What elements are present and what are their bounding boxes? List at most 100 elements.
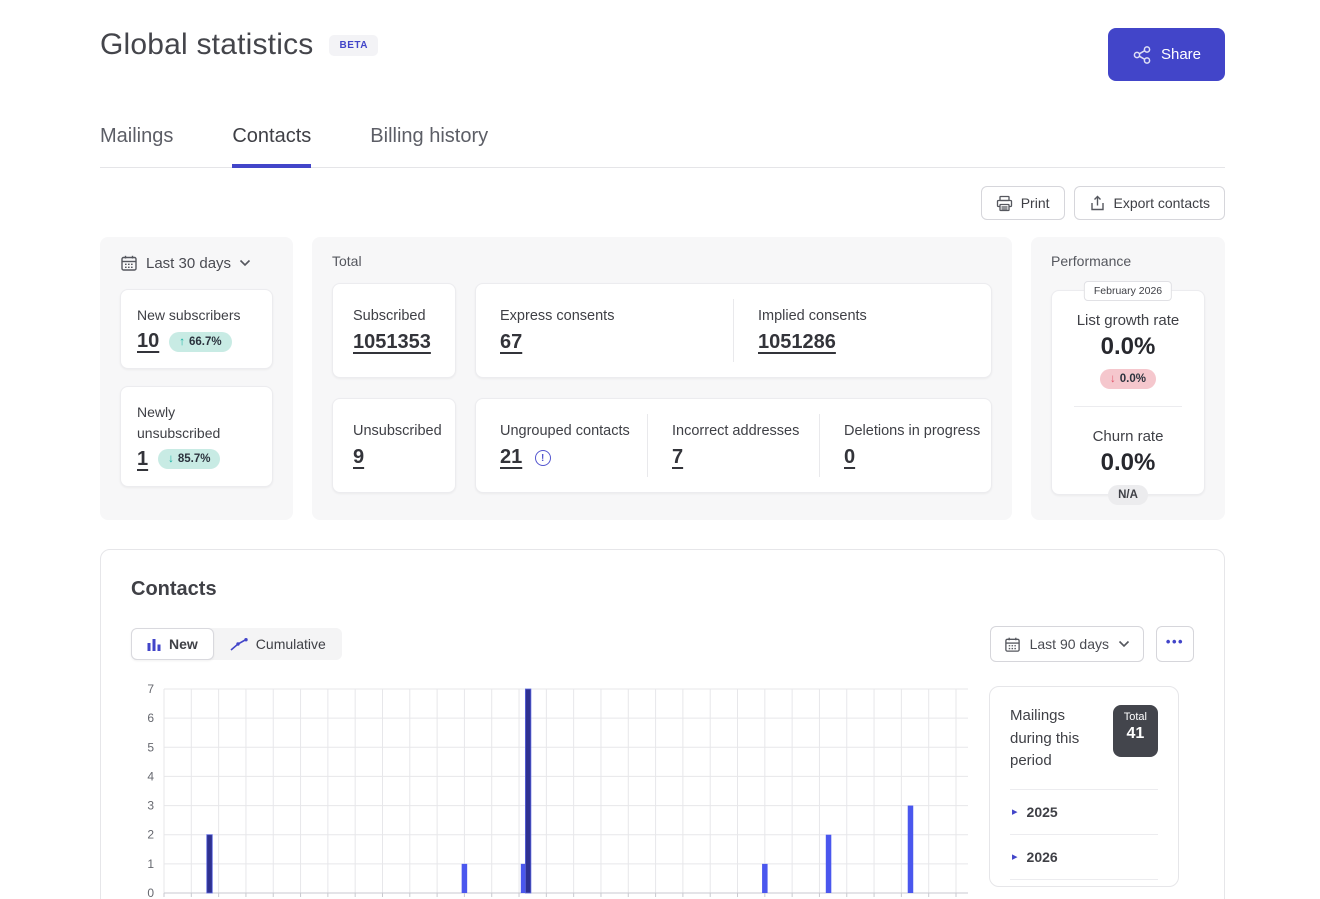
new-subscribers-delta: 66.7%: [189, 336, 222, 348]
beta-badge: BETA: [329, 35, 377, 56]
arrow-down-icon: ↓: [1110, 373, 1116, 385]
year-row-2025[interactable]: ▸ 2025: [1010, 790, 1158, 835]
mailings-total-value: 41: [1124, 725, 1147, 743]
implied-consents-value[interactable]: 1051286: [758, 331, 836, 353]
export-icon: [1089, 195, 1106, 212]
bar-chart-icon: [147, 638, 161, 651]
newly-unsubscribed-value[interactable]: 1: [137, 448, 148, 471]
newly-unsubscribed-delta-badge: ↓ 85.7%: [158, 449, 220, 469]
share-button[interactable]: Share: [1108, 28, 1225, 81]
performance-card: February 2026 List growth rate 0.0% ↓ 0.…: [1051, 290, 1205, 495]
subscribed-value[interactable]: 1051353: [353, 331, 431, 353]
contacts-section-title: Contacts: [131, 578, 1194, 601]
mailings-period-title: Mailings during this period: [1010, 705, 1103, 773]
y-axis-tick-label: 5: [147, 740, 154, 754]
list-growth-rate-label: List growth rate: [1052, 312, 1204, 329]
chart-view-toggle: New Cumulative: [131, 628, 342, 660]
y-axis-tick-label: 1: [147, 857, 154, 871]
share-label: Share: [1161, 46, 1201, 63]
tab-billing-history[interactable]: Billing history: [370, 125, 488, 168]
implied-consents-label: Implied consents: [758, 308, 991, 324]
toggle-cumulative-label: Cumulative: [256, 636, 326, 652]
toggle-new-label: New: [169, 636, 198, 652]
more-options-button[interactable]: •••: [1156, 626, 1194, 662]
consents-card: Express consents 67 Implied consents 105…: [475, 283, 992, 378]
list-growth-delta: 0.0%: [1120, 373, 1146, 385]
unsubscribed-card: Unsubscribed 9: [332, 398, 456, 493]
triangle-right-icon: ▸: [1012, 805, 1018, 818]
arrow-up-icon: ↑: [179, 336, 185, 348]
ungrouped-contacts-value[interactable]: 21: [500, 446, 522, 468]
express-consents-label: Express consents: [500, 308, 733, 324]
chart-toolbar: New Cumulative Last 90 days: [131, 626, 1194, 662]
churn-rate-value: 0.0%: [1052, 449, 1204, 477]
incorrect-addresses-value[interactable]: 7: [672, 446, 683, 468]
newly-unsubscribed-card: Newly unsubscribed 1 ↓ 85.7%: [120, 386, 273, 487]
tab-contacts[interactable]: Contacts: [232, 125, 311, 168]
incorrect-addresses-cell: Incorrect addresses 7: [647, 414, 819, 477]
warning-icon[interactable]: !: [535, 450, 551, 466]
express-consents-value[interactable]: 67: [500, 331, 522, 353]
actions-row: Print Export contacts: [100, 186, 1225, 220]
deletions-in-progress-value[interactable]: 0: [844, 446, 855, 468]
contacts-bar-chart: 2629010407101316192225283103060912151821…: [131, 678, 971, 899]
period-range-label: Last 30 days: [146, 255, 231, 272]
print-label: Print: [1021, 195, 1050, 211]
printer-icon: [996, 195, 1013, 212]
triangle-right-icon: ▸: [1012, 850, 1018, 863]
year-2025-label: 2025: [1027, 804, 1058, 820]
new-subscribers-label: New subscribers: [137, 305, 256, 325]
chart-bar[interactable]: [908, 806, 914, 893]
new-subscribers-delta-badge: ↑ 66.7%: [169, 332, 231, 352]
contacts-issues-card: Ungrouped contacts 21 ! Incorrect addres…: [475, 398, 992, 493]
chart-bar[interactable]: [826, 835, 832, 893]
newly-unsubscribed-delta: 85.7%: [178, 453, 211, 465]
deletions-in-progress-cell: Deletions in progress 0: [819, 414, 991, 477]
deletions-in-progress-label: Deletions in progress: [844, 423, 991, 439]
chart-bar[interactable]: [207, 835, 213, 893]
mailings-total-label: Total: [1124, 711, 1147, 723]
arrow-down-icon: ↓: [168, 453, 174, 465]
express-consents-cell: Express consents 67: [476, 299, 733, 362]
chart-bar[interactable]: [525, 689, 531, 893]
list-growth-rate-value: 0.0%: [1052, 333, 1204, 361]
toggle-cumulative[interactable]: Cumulative: [214, 628, 342, 660]
period-range-select[interactable]: Last 30 days: [120, 254, 273, 272]
performance-panel-title: Performance: [1051, 253, 1205, 269]
y-axis-tick-label: 6: [147, 711, 154, 725]
chart-range-select[interactable]: Last 90 days: [990, 626, 1144, 662]
performance-panel: Performance February 2026 List growth ra…: [1031, 237, 1225, 520]
implied-consents-cell: Implied consents 1051286: [733, 299, 991, 362]
incorrect-addresses-label: Incorrect addresses: [672, 423, 819, 439]
y-axis-tick-label: 7: [147, 682, 154, 696]
period-panel: Last 30 days New subscribers 10 ↑ 66.7% …: [100, 237, 293, 520]
more-options-icon: •••: [1166, 634, 1184, 649]
unsubscribed-value[interactable]: 9: [353, 446, 364, 468]
year-2026-label: 2026: [1027, 849, 1058, 865]
y-axis-tick-label: 0: [147, 886, 154, 899]
export-contacts-button[interactable]: Export contacts: [1074, 186, 1226, 220]
mailings-total-badge: Total 41: [1113, 705, 1158, 757]
chevron-down-icon: [1118, 640, 1130, 648]
page-title: Global statistics: [100, 28, 313, 62]
y-axis-tick-label: 2: [147, 828, 154, 842]
chart-range-label: Last 90 days: [1030, 636, 1109, 652]
print-button[interactable]: Print: [981, 186, 1065, 220]
subscribed-label: Subscribed: [353, 308, 431, 324]
new-subscribers-value[interactable]: 10: [137, 330, 159, 353]
chart-bar[interactable]: [462, 864, 468, 893]
mailings-period-card: Mailings during this period Total 41 ▸ 2…: [989, 686, 1179, 887]
chart-row: 2629010407101316192225283103060912151821…: [131, 678, 1194, 899]
total-panel: Total Subscribed 1051353 Express consent…: [312, 237, 1012, 520]
calendar-icon: [1004, 636, 1021, 653]
calendar-icon: [120, 254, 138, 272]
tab-bar: Mailings Contacts Billing history: [100, 125, 1225, 168]
list-growth-delta-badge: ↓ 0.0%: [1100, 369, 1156, 389]
page: Global statistics BETA Share Mailings Co…: [100, 0, 1225, 899]
toggle-new[interactable]: New: [131, 628, 214, 660]
tab-mailings[interactable]: Mailings: [100, 125, 173, 168]
chart-bar[interactable]: [762, 864, 768, 893]
total-panel-title: Total: [332, 253, 992, 269]
stats-row: Last 30 days New subscribers 10 ↑ 66.7% …: [100, 237, 1225, 520]
year-row-2026[interactable]: ▸ 2026: [1010, 835, 1158, 880]
